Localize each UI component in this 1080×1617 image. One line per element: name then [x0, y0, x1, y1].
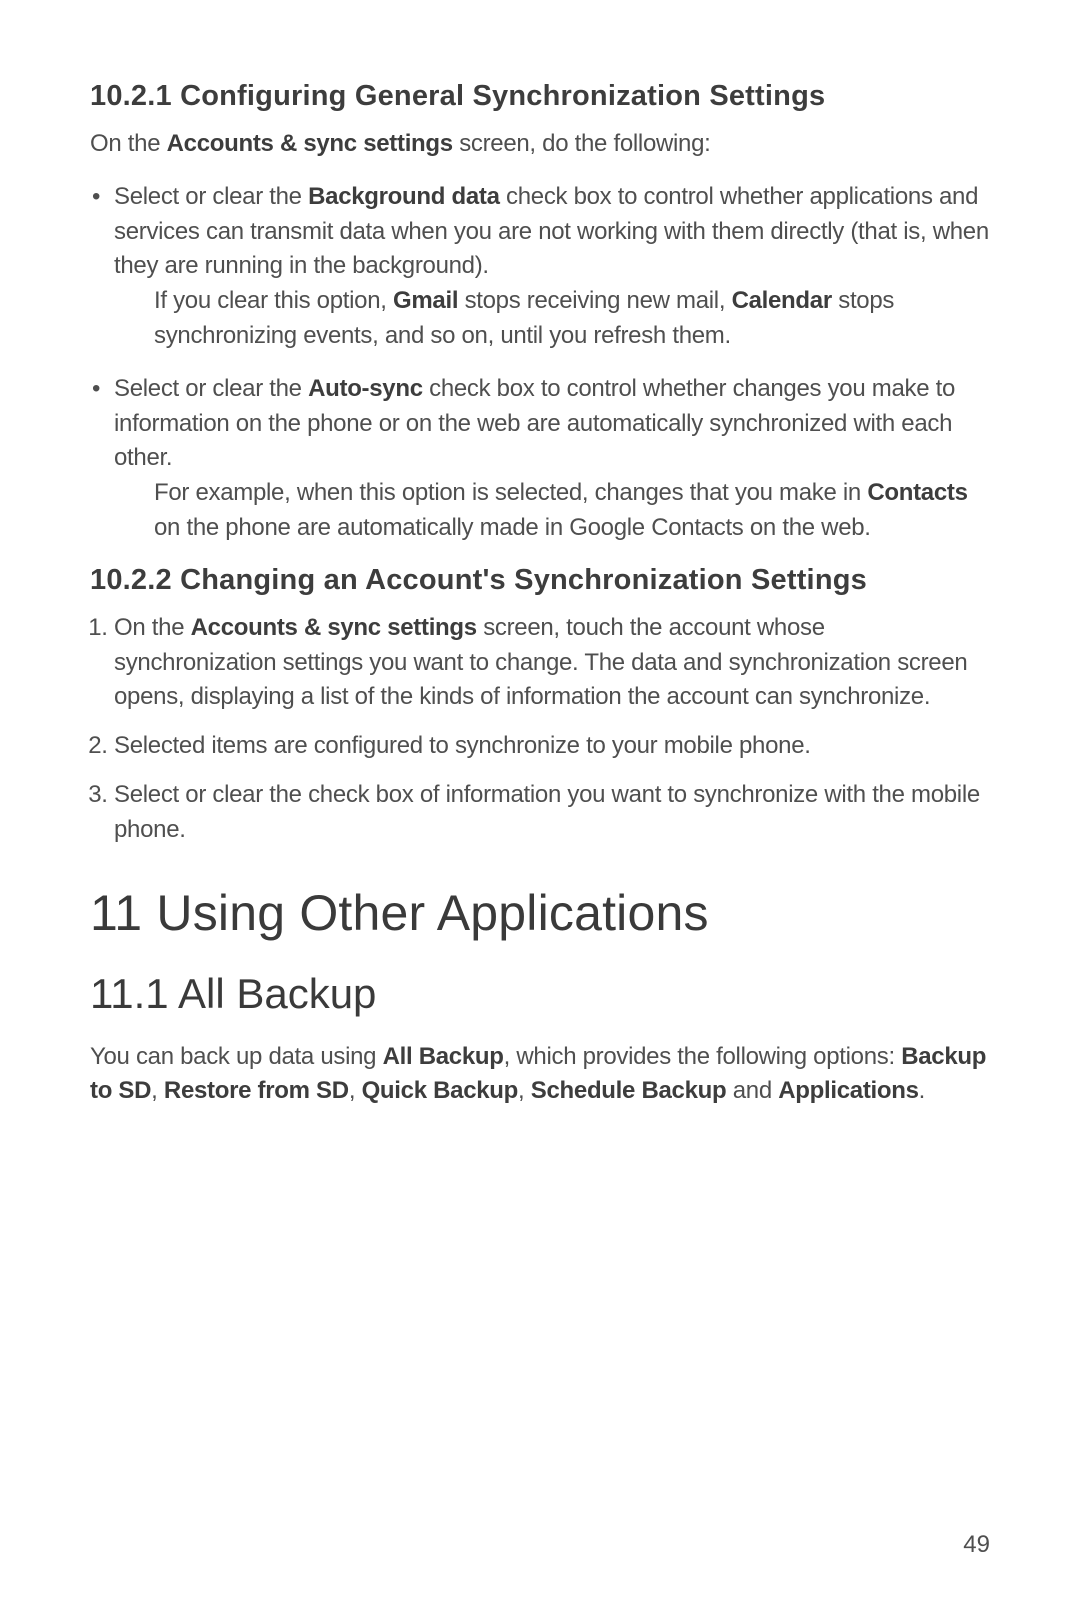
bold-run: Schedule Backup: [531, 1077, 727, 1104]
bold-run: Accounts & sync settings: [191, 614, 477, 641]
ordered-list-10-2-2: On the Accounts & sync settings screen, …: [90, 611, 990, 848]
heading-11: 11 Using Other Applications: [90, 884, 990, 942]
heading-10-2-2: 10.2.2 Changing an Account's Synchroniza…: [90, 564, 990, 597]
page-number: 49: [963, 1531, 990, 1559]
bold-run: Quick Backup: [362, 1077, 518, 1104]
bold-run: Calendar: [732, 287, 832, 314]
step-item: On the Accounts & sync settings screen, …: [114, 611, 990, 715]
text-run: For example, when this option is selecte…: [154, 479, 867, 506]
bullet-list-10-2-1: Select or clear the Background data chec…: [90, 180, 990, 546]
text-run: On the: [114, 614, 191, 641]
text-run: screen, do the following:: [453, 130, 711, 157]
note-paragraph: If you clear this option, Gmail stops re…: [154, 284, 990, 354]
document-page: 10.2.1 Configuring General Synchronizati…: [0, 0, 1080, 1617]
text-run: , which provides the following options:: [504, 1043, 902, 1070]
text-run: Select or clear the: [114, 183, 308, 210]
bullet-item: Select or clear the Auto-sync check box …: [114, 372, 990, 546]
text-run: You can back up data using: [90, 1043, 383, 1070]
text-run: Select or clear the: [114, 375, 308, 402]
paragraph-11-1: You can back up data using All Backup, w…: [90, 1040, 990, 1110]
paragraph-intro-10-2-1: On the Accounts & sync settings screen, …: [90, 127, 990, 162]
bold-run: Background data: [308, 183, 500, 210]
bold-run: Auto-sync: [308, 375, 423, 402]
bullet-item: Select or clear the Background data chec…: [114, 180, 990, 354]
bold-run: Contacts: [867, 479, 967, 506]
text-run: ,: [349, 1077, 362, 1104]
text-run: If you clear this option,: [154, 287, 393, 314]
bold-run: Gmail: [393, 287, 458, 314]
bold-run: Applications: [778, 1077, 918, 1104]
text-run: on the phone are automatically made in G…: [154, 514, 871, 541]
bold-run: All Backup: [383, 1043, 504, 1070]
text-run: and: [726, 1077, 778, 1104]
step-item: Select or clear the check box of informa…: [114, 778, 990, 848]
note-paragraph: For example, when this option is selecte…: [154, 476, 990, 546]
heading-10-2-1: 10.2.1 Configuring General Synchronizati…: [90, 80, 990, 113]
text-run: stops receiving new mail,: [458, 287, 731, 314]
bold-run: Restore from SD: [164, 1077, 349, 1104]
text-run: .: [919, 1077, 925, 1104]
text-run: On the: [90, 130, 167, 157]
bold-run: Accounts & sync settings: [167, 130, 453, 157]
text-run: ,: [518, 1077, 531, 1104]
text-run: ,: [151, 1077, 164, 1104]
step-item: Selected items are configured to synchro…: [114, 729, 990, 764]
heading-11-1: 11.1 All Backup: [90, 970, 990, 1018]
